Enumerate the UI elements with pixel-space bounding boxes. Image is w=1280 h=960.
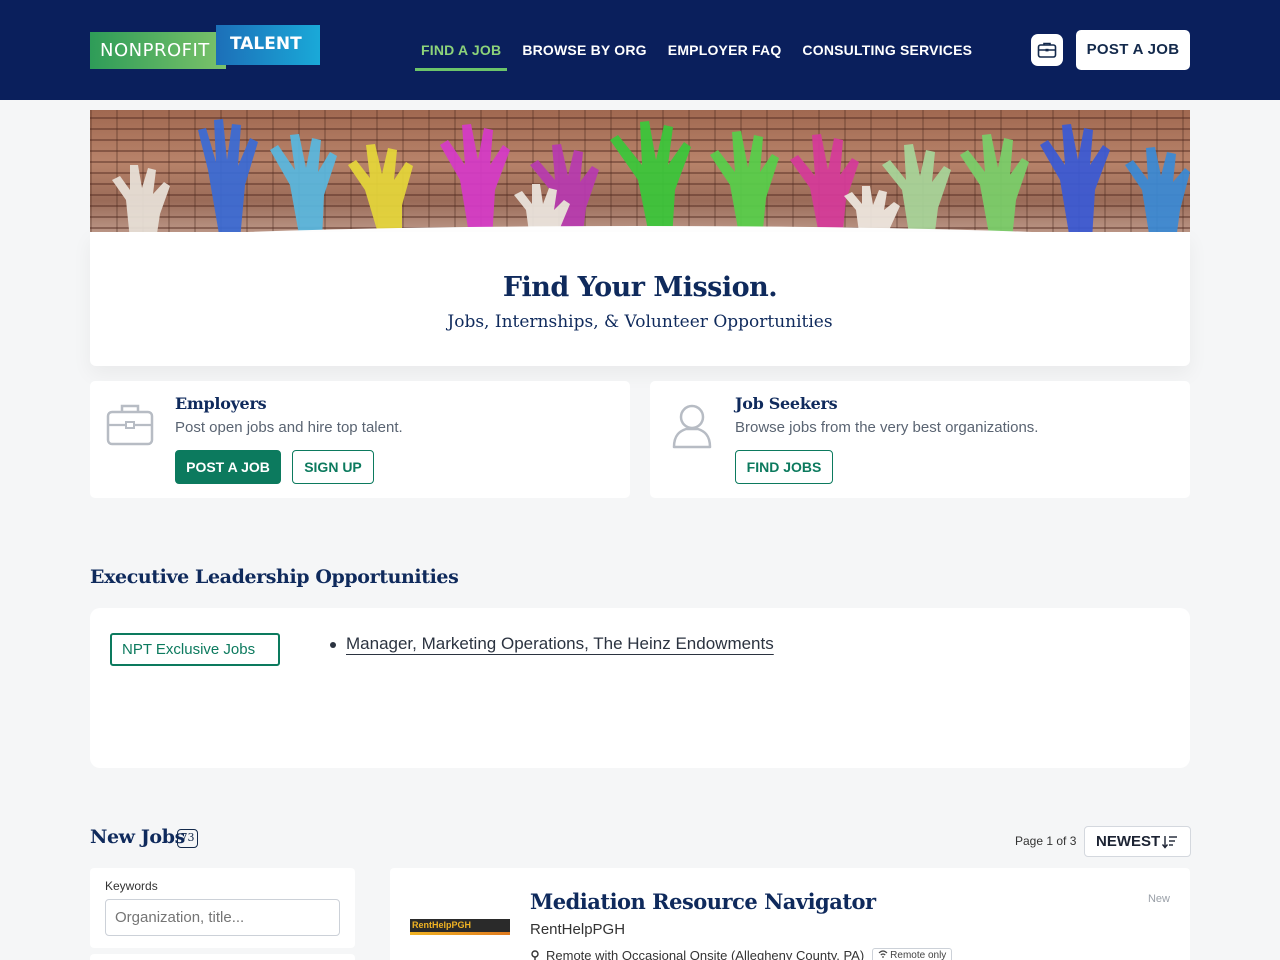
hero-title: Find Your Mission.: [502, 272, 778, 303]
executive-job-link[interactable]: Manager, Marketing Operations, The Heinz…: [346, 634, 774, 653]
job-card[interactable]: RentHelpPGH Mediation Resource Navigator…: [390, 868, 1190, 960]
job-seekers-description: Browse jobs from the very best organizat…: [735, 419, 1039, 436]
executive-section-title: Executive Leadership Opportunities: [90, 566, 459, 588]
page-info: Page 1 of 3: [1015, 834, 1077, 848]
saved-jobs-button[interactable]: [1031, 34, 1063, 66]
wifi-icon: [878, 950, 888, 958]
hero-banner-image: [90, 110, 1190, 240]
keywords-label: Keywords: [105, 879, 158, 893]
employers-title: Employers: [175, 394, 267, 413]
job-location-text: Remote with Occasional Onsite (Allegheny…: [546, 948, 865, 960]
find-jobs-button[interactable]: FIND JOBS: [735, 450, 833, 484]
hands-illustration: [112, 119, 1190, 240]
hero-card: Find Your Mission. Jobs, Internships, & …: [90, 232, 1190, 366]
company-logo: RentHelpPGH: [410, 919, 510, 935]
job-title[interactable]: Mediation Resource Navigator: [530, 889, 876, 914]
nav-consulting-services[interactable]: CONSULTING SERVICES: [796, 30, 978, 71]
new-status: New: [1147, 893, 1170, 905]
sort-label: NEWEST: [1096, 833, 1161, 850]
job-seekers-card: Job Seekers Browse jobs from the very be…: [650, 381, 1190, 498]
job-location: Remote with Occasional Onsite (Allegheny…: [530, 948, 953, 960]
nav-find-a-job[interactable]: FIND A JOB: [415, 30, 508, 71]
job-seekers-title: Job Seekers: [735, 394, 838, 413]
post-a-job-button[interactable]: POST A JOB: [1076, 30, 1190, 70]
site-header: NONPROFIT TALENT FIND A JOB BROWSE BY OR…: [0, 0, 1280, 100]
job-organization: RentHelpPGH: [530, 921, 626, 938]
logo-stripe: [410, 932, 510, 935]
employers-card: Employers Post open jobs and hire top ta…: [90, 381, 630, 498]
sort-descending-icon: [1162, 836, 1177, 849]
site-logo[interactable]: NONPROFIT TALENT: [90, 25, 320, 69]
employer-sign-up-button[interactable]: SIGN UP: [292, 450, 374, 484]
employers-description: Post open jobs and hire top talent.: [175, 419, 403, 436]
company-logo-text: RentHelpPGH: [412, 920, 472, 930]
remote-badge-text: Remote only: [890, 950, 947, 960]
briefcase-icon: [1037, 42, 1057, 58]
logo-nonprofit: NONPROFIT: [90, 32, 226, 69]
hero-subtitle: Jobs, Internships, & Volunteer Opportuni…: [447, 312, 833, 332]
keywords-input[interactable]: [105, 899, 340, 936]
employer-post-job-button[interactable]: POST A JOB: [175, 450, 281, 484]
person-icon: [672, 404, 712, 449]
filter-card-next: [90, 954, 355, 960]
briefcase-icon: [106, 404, 154, 446]
npt-exclusive-tab[interactable]: NPT Exclusive Jobs: [110, 633, 280, 666]
keywords-filter: Keywords: [90, 868, 355, 948]
sort-button[interactable]: NEWEST: [1084, 826, 1191, 857]
executive-list-item: Manager, Marketing Operations, The Heinz…: [330, 634, 774, 654]
logo-talent: TALENT: [216, 25, 320, 65]
nav-browse-by-org[interactable]: BROWSE BY ORG: [516, 30, 652, 71]
remote-badge: Remote only: [872, 948, 953, 960]
bullet: [330, 641, 336, 648]
executive-panel: NPT Exclusive Jobs Manager, Marketing Op…: [90, 608, 1190, 768]
nav-employer-faq[interactable]: EMPLOYER FAQ: [662, 30, 788, 71]
job-count-badge: 73: [177, 829, 198, 848]
main-nav: FIND A JOB BROWSE BY ORG EMPLOYER FAQ CO…: [415, 30, 987, 71]
map-pin-icon: [531, 949, 539, 960]
new-jobs-title: New Jobs: [90, 826, 185, 848]
